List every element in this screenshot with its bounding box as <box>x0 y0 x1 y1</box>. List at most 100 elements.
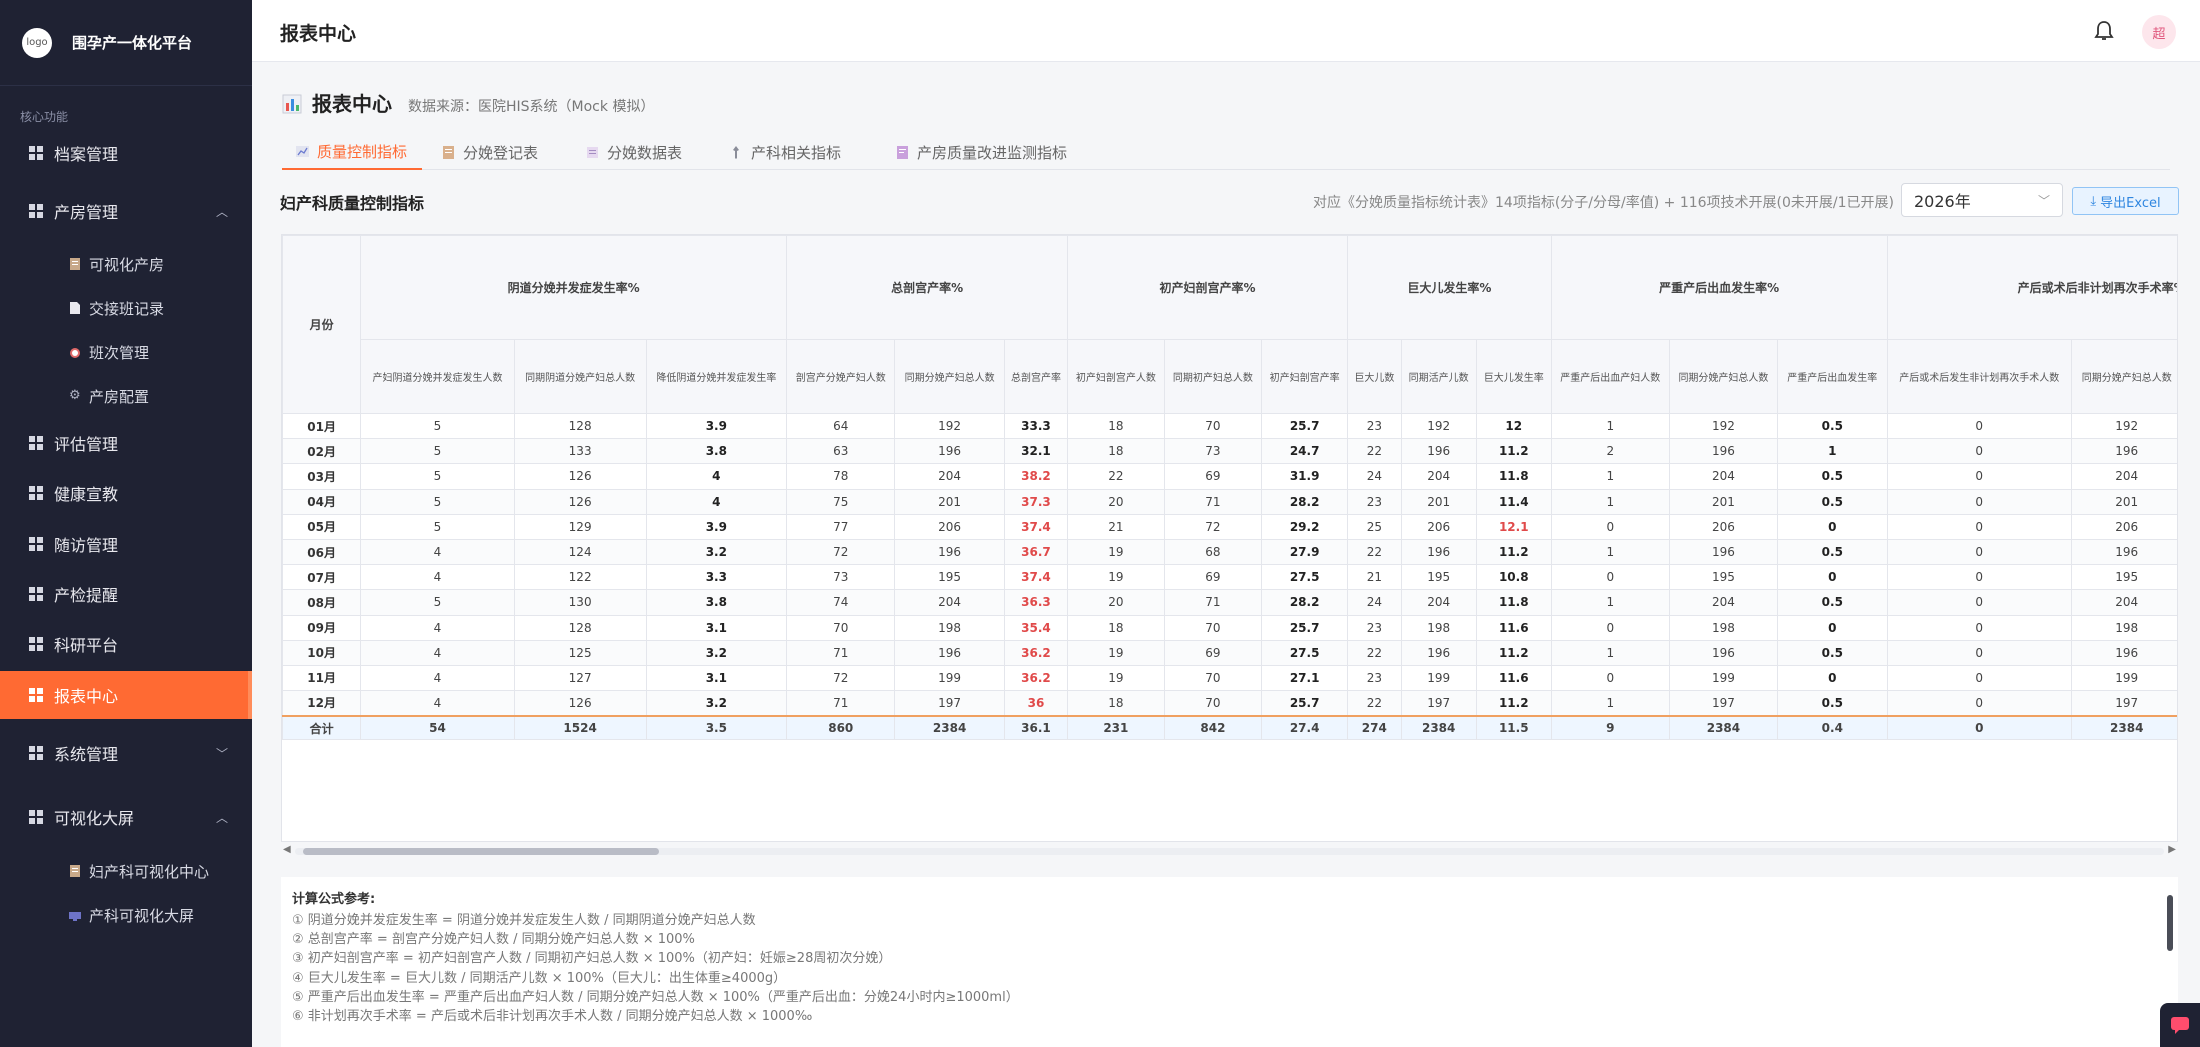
horizontal-scrollbar[interactable]: ◀ ▶ <box>281 844 2178 858</box>
tab-obstetric-indicators[interactable]: 产科相关指标 <box>730 134 841 170</box>
table-cell: 201 <box>2070 488 2177 515</box>
table-cell: 11.2 <box>1475 639 1552 666</box>
avatar[interactable]: 超 <box>2142 15 2176 49</box>
topbar: 报表中心 超 <box>252 0 2200 62</box>
table-cell: 197 <box>1400 690 1477 717</box>
sidebar-subitem-obgyn-visual[interactable]: 妇产科可视化中心 <box>0 849 252 893</box>
table-cell: 37.3 <box>1003 488 1069 515</box>
table-cell: 37.4 <box>1003 564 1069 591</box>
table-cell: 196 <box>894 639 1005 666</box>
main-content: 报表中心 数据来源：医院HIS系统（Mock 模拟） 质量控制指标 分娩登记表 … <box>252 62 2200 1047</box>
section-title: 妇产科质量控制指标 <box>280 194 425 213</box>
table-cell: 11.4 <box>1475 488 1552 515</box>
column-group-header: 巨大儿发生率% <box>1347 235 1552 340</box>
sidebar-subitem-handover[interactable]: 交接班记录 <box>0 286 252 330</box>
sidebar-subitem-room-config[interactable]: ⚙ 产房配置 <box>0 374 252 418</box>
table-cell: 20 <box>1067 589 1165 616</box>
table-cell: 195 <box>1668 564 1779 591</box>
formula-line: ③ 初产妇剖宫产率 = 初产妇剖宫产人数 / 同期初产妇总人数 × 100%（初… <box>292 951 892 967</box>
column-group-header: 总剖宫产率% <box>786 235 1069 340</box>
scroll-right-arrow-icon[interactable]: ▶ <box>2168 844 2176 855</box>
scroll-left-arrow-icon[interactable]: ◀ <box>283 844 291 855</box>
table-cell: 22 <box>1347 538 1402 566</box>
formula-line: ⑥ 非计划再次手术率 = 产后或术后非计划再次手术人数 / 同期分娩产妇总人数 … <box>292 1009 813 1025</box>
table-cell: 18 <box>1067 690 1165 717</box>
sidebar-subitem-shifts[interactable]: 班次管理 <box>0 330 252 374</box>
table-cell: 197 <box>894 690 1005 717</box>
table-cell: 71 <box>1163 488 1263 515</box>
month-cell: 08月 <box>282 589 362 616</box>
quality-table-container[interactable]: 月份 阴道分娩并发症发生率% 总剖宫产率% 初产妇剖宫产率% 巨大儿发生率% 严重产后出血… <box>281 234 2178 842</box>
table-cell: 204 <box>894 589 1005 616</box>
column-header: 巨大儿数 <box>1347 339 1402 414</box>
table-cell: 206 <box>894 513 1005 540</box>
month-cell: 06月 <box>282 538 362 566</box>
table-cell: 1 <box>1550 412 1670 440</box>
month-cell: 11月 <box>282 664 362 692</box>
table-cell: 192 <box>894 412 1005 440</box>
table-cell: 0.5 <box>1777 538 1888 566</box>
scroll-thumb[interactable] <box>303 848 659 855</box>
sidebar-item-label: 报表中心 <box>54 687 119 706</box>
sidebar-item-dashboard[interactable]: 可视化大屏 ︿ <box>0 793 252 841</box>
sidebar-item-label: 健康宣教 <box>54 485 119 504</box>
table-cell: 70 <box>1163 664 1263 692</box>
table-cell: 10.8 <box>1475 564 1552 591</box>
table-row: 01月 5 128 3.9 64 192 33.3 18 70 25.7 23 192 12 1 192 0.… <box>282 412 2177 440</box>
sidebar-item-checkup-reminder[interactable]: 产检提醒 <box>0 570 252 618</box>
table-cell: 36 <box>1003 690 1069 717</box>
tab-quality-control[interactable]: 质量控制指标 <box>282 134 422 170</box>
feedback-float-button[interactable] <box>2160 1003 2200 1047</box>
month-cell: 12月 <box>282 690 362 717</box>
table-cell: 11.2 <box>1475 438 1552 465</box>
table-cell: 0.5 <box>1777 639 1888 666</box>
tab-label: 质量控制指标 <box>317 142 408 161</box>
sidebar-item-research[interactable]: 科研平台 <box>0 620 252 668</box>
table-cell: 37.4 <box>1003 513 1069 540</box>
export-excel-button[interactable]: ⤓ 导出Excel <box>2072 187 2179 215</box>
bell-icon[interactable] <box>2092 19 2116 43</box>
table-cell: 0 <box>1550 614 1670 641</box>
sidebar-item-system[interactable]: 系统管理 ﹀ <box>0 729 252 777</box>
table-cell: 25 <box>1347 513 1402 540</box>
table-cell: 128 <box>513 614 647 641</box>
table-cell: 3.2 <box>645 690 788 717</box>
table-cell: 5 <box>360 438 515 465</box>
year-select[interactable]: 2026年 ﹀ <box>1901 183 2063 217</box>
table-cell: 29.2 <box>1261 513 1349 540</box>
table-cell: 23 <box>1347 614 1402 641</box>
table-cell: 11.2 <box>1475 690 1552 717</box>
table-cell: 0 <box>1886 664 2072 692</box>
table-cell: 22 <box>1347 690 1402 717</box>
table-cell: 36.7 <box>1003 538 1069 566</box>
table-cell: 3.9 <box>645 412 788 440</box>
sidebar-item-assessment[interactable]: 评估管理 <box>0 419 252 467</box>
sidebar-subitem-obstetric-screen[interactable]: 产科可视化大屏 <box>0 893 252 937</box>
tab-delivery-data[interactable]: 分娩数据表 <box>586 134 682 170</box>
table-cell: 1 <box>1550 538 1670 566</box>
table-cell: 199 <box>1400 664 1477 692</box>
table-cell: 31.9 <box>1261 463 1349 490</box>
chevron-up-icon: ︿ <box>215 810 228 825</box>
sidebar-item-health-education[interactable]: 健康宣教 <box>0 469 252 517</box>
tab-delivery-register[interactable]: 分娩登记表 <box>442 134 538 170</box>
table-cell: 126 <box>513 463 647 490</box>
sidebar-item-report-center[interactable]: 报表中心 <box>0 671 252 719</box>
column-header: 同期活产儿数 <box>1400 339 1477 414</box>
sidebar-item-followup[interactable]: 随访管理 <box>0 520 252 568</box>
column-header-month: 月份 <box>282 235 362 414</box>
chat-icon <box>2171 1017 2189 1034</box>
table-cell: 4 <box>360 690 515 717</box>
sidebar-item-archive[interactable]: 档案管理 <box>0 129 252 177</box>
tab-room-improvement[interactable]: 产房质量改进监测指标 <box>896 134 1067 170</box>
table-cell: 197 <box>1668 690 1779 717</box>
formula-panel: 计算公式参考: ① 阴道分娩并发症发生率 = 阴道分娩并发症发生人数 / 同期阴… <box>281 877 2178 1047</box>
sidebar-item-delivery-room[interactable]: 产房管理 ︿ <box>0 187 252 235</box>
scroll-thumb[interactable] <box>2167 895 2173 951</box>
chevron-down-icon: ﹀ <box>215 746 228 761</box>
sidebar-subitem-visual-room[interactable]: 可视化产房 <box>0 242 252 286</box>
table-cell: 0 <box>1886 463 2072 490</box>
table-cell: 4 <box>360 639 515 666</box>
table-cell: 19 <box>1067 639 1165 666</box>
month-cell: 03月 <box>282 463 362 490</box>
